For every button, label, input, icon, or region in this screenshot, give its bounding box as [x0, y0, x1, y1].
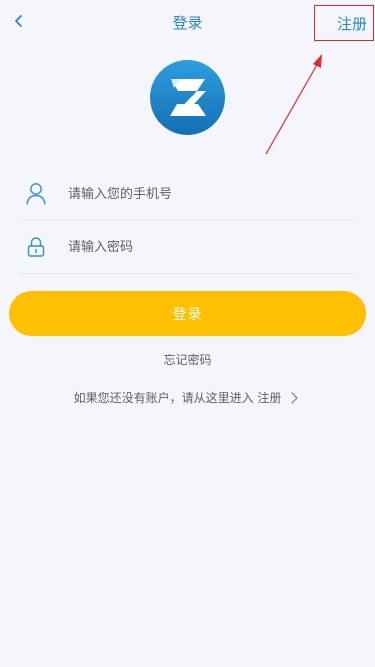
forgot-password-row: 忘记密码 [0, 351, 375, 368]
phone-input[interactable] [68, 179, 356, 209]
register-button[interactable]: 注册 [314, 5, 374, 41]
register-link[interactable]: 如果您还没有账户，请从这里进入 注册 [0, 389, 375, 406]
nav-bar: 登录 注册 [0, 0, 375, 44]
lock-icon [21, 232, 51, 262]
user-icon [21, 179, 51, 209]
chevron-right-icon [289, 391, 301, 405]
password-field-row [19, 221, 356, 274]
register-hint-text: 如果您还没有账户，请从这里进入 注册 [73, 391, 282, 405]
phone-field-row [19, 168, 356, 221]
login-screen: 登录 注册 请输入您的手机号 登录 忘记密码 如果您还没有账户，请从这里进入 注… [0, 0, 375, 667]
app-logo [150, 60, 225, 135]
forgot-password-link[interactable]: 忘记密码 [163, 353, 211, 367]
password-input[interactable] [68, 232, 356, 262]
login-button[interactable]: 登录 [9, 291, 366, 336]
